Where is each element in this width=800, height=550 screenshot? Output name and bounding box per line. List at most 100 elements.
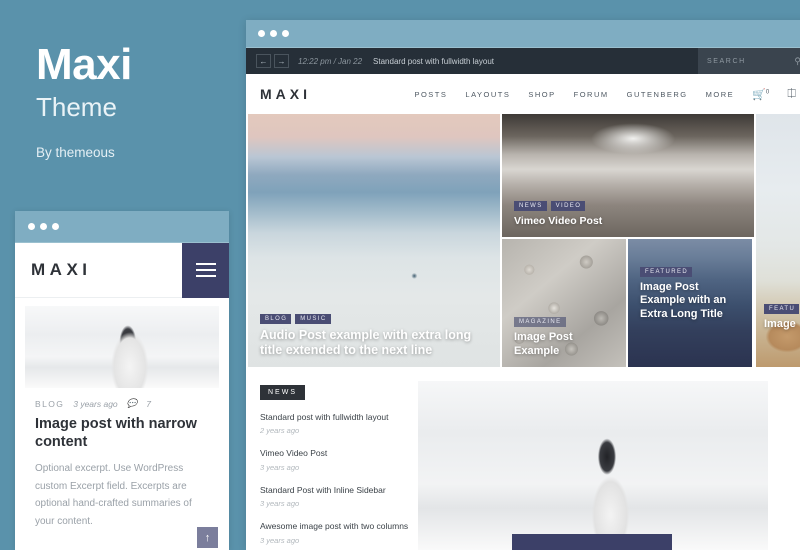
- footer-accent-bar: [512, 534, 672, 550]
- mobile-post-title[interactable]: Image post with narrow content: [35, 415, 209, 451]
- tile-title[interactable]: Audio Post example with extra long title…: [260, 328, 490, 359]
- user-icon[interactable]: ⎅: [787, 88, 796, 101]
- tile-badges: MAGAZINE: [514, 317, 616, 328]
- search-input[interactable]: SEARCH ⚲: [698, 48, 800, 74]
- badge-featured[interactable]: FEATURED: [640, 267, 693, 277]
- news-item-title[interactable]: Awesome image post with two columns: [260, 521, 410, 532]
- search-placeholder: SEARCH: [707, 57, 746, 65]
- badge-news[interactable]: NEWS: [514, 201, 547, 212]
- nav-item-layouts[interactable]: LAYOUTS: [465, 90, 510, 99]
- mobile-site-header: MAXI: [15, 242, 229, 298]
- cart-icon[interactable]: 🛒0: [752, 88, 769, 101]
- desktop-site-logo[interactable]: MAXI: [260, 86, 311, 102]
- nav-item-posts[interactable]: POSTS: [414, 90, 447, 99]
- featured-post-grid: BLOG MUSIC Audio Post example with extra…: [246, 114, 800, 367]
- comment-icon: 💬: [126, 398, 138, 408]
- grid-row-bottom: MAGAZINE Image Post Example FEATURED Ima…: [502, 239, 754, 367]
- news-item-date: 3 years ago: [260, 499, 300, 509]
- news-item-title[interactable]: Standard post with fullwidth layout: [260, 412, 410, 423]
- list-item[interactable]: Standard post with fullwidth layout 2 ye…: [260, 412, 410, 435]
- screenshot-root: Maxi Theme By themeous MAXI BLOG 3 years…: [0, 0, 800, 550]
- arrow-up-icon: ↑: [204, 531, 211, 544]
- brand-block: Maxi Theme By themeous: [36, 40, 236, 161]
- page-title: Maxi: [36, 40, 132, 89]
- lower-content-area: NEWS Standard post with fullwidth layout…: [246, 367, 800, 550]
- news-item-date: 3 years ago: [260, 535, 300, 545]
- mobile-window-titlebar: [15, 211, 229, 243]
- tile-featured-partial[interactable]: FEATU Image: [756, 114, 800, 367]
- desktop-window-titlebar: [246, 20, 800, 48]
- window-dot-close-icon[interactable]: [28, 223, 35, 230]
- comment-count: 7: [146, 398, 151, 409]
- post-category[interactable]: BLOG: [35, 399, 64, 409]
- mobile-post-card[interactable]: BLOG 3 years ago 💬 7 Image post with nar…: [15, 306, 229, 544]
- news-item-title[interactable]: Vimeo Video Post: [260, 448, 410, 459]
- search-icon[interactable]: ⚲: [794, 56, 800, 67]
- desktop-browser-mockup: ← → 12:22 pm / Jan 22 Standard post with…: [246, 20, 800, 550]
- tile-overlay: MAGAZINE Image Post Example: [514, 317, 616, 358]
- badge-magazine[interactable]: MAGAZINE: [514, 317, 566, 328]
- tile-badges: FEATU: [764, 304, 800, 314]
- tile-hero-audio-post[interactable]: BLOG MUSIC Audio Post example with extra…: [248, 114, 500, 367]
- badge-blog[interactable]: BLOG: [260, 313, 292, 324]
- badge-featured-partial[interactable]: FEATU: [764, 304, 800, 314]
- main-navigation: POSTS LAYOUTS SHOP FORUM GUTENBERG MORE …: [414, 88, 796, 101]
- list-item[interactable]: Vimeo Video Post 3 years ago: [260, 448, 410, 471]
- window-dot-close-icon[interactable]: [258, 30, 265, 37]
- topbar-timestamp: 12:22 pm / Jan 22: [298, 56, 363, 66]
- tile-title[interactable]: Image Post Example with an Extra Long Ti…: [640, 281, 742, 321]
- tile-badges: FEATURED: [640, 267, 742, 277]
- subway-platform-photo[interactable]: [418, 381, 768, 550]
- nav-item-gutenberg[interactable]: GUTENBERG: [627, 90, 688, 99]
- tile-title[interactable]: Vimeo Video Post: [514, 215, 744, 228]
- hamburger-icon[interactable]: [182, 242, 229, 298]
- mobile-post-meta: BLOG 3 years ago 💬 7: [35, 398, 209, 409]
- list-item[interactable]: Awesome image post with two columns 3 ye…: [260, 521, 410, 544]
- tile-badges: BLOG MUSIC: [260, 313, 490, 324]
- window-dot-minimize-icon[interactable]: [270, 30, 277, 37]
- news-item-title[interactable]: Standard Post with Inline Sidebar: [260, 485, 410, 496]
- tile-vimeo-video-post[interactable]: NEWS VIDEO Vimeo Video Post: [502, 114, 754, 237]
- news-item-date: 3 years ago: [260, 462, 300, 472]
- tile-title[interactable]: Image Post Example: [514, 331, 616, 358]
- tile-badges: NEWS VIDEO: [514, 201, 744, 212]
- topbar-current-post[interactable]: Standard post with fullwidth layout: [373, 57, 494, 66]
- brand-author: By themeous: [36, 145, 115, 161]
- nav-item-shop[interactable]: SHOP: [528, 90, 555, 99]
- cart-count: 0: [765, 88, 770, 95]
- prev-post-icon[interactable]: ←: [256, 54, 271, 68]
- news-widget-badge: NEWS: [260, 385, 305, 400]
- hamburger-bar: [195, 269, 216, 271]
- mobile-post-excerpt: Optional excerpt. Use WordPress custom E…: [35, 463, 192, 527]
- window-dot-minimize-icon[interactable]: [40, 223, 47, 230]
- desktop-top-bar: ← → 12:22 pm / Jan 22 Standard post with…: [246, 48, 800, 74]
- mobile-site-logo[interactable]: MAXI: [15, 260, 92, 280]
- tile-overlay: BLOG MUSIC Audio Post example with extra…: [260, 313, 490, 359]
- badge-music[interactable]: MUSIC: [295, 313, 331, 324]
- badge-video[interactable]: VIDEO: [550, 201, 586, 212]
- next-post-icon[interactable]: →: [274, 54, 289, 68]
- news-widget: NEWS Standard post with fullwidth layout…: [248, 381, 410, 550]
- tile-image-post-example[interactable]: MAGAZINE Image Post Example: [502, 239, 626, 367]
- mobile-post-thumbnail: [25, 306, 219, 388]
- window-dot-maximize-icon[interactable]: [52, 223, 59, 230]
- desktop-site-header: MAXI POSTS LAYOUTS SHOP FORUM GUTENBERG …: [246, 74, 800, 114]
- hamburger-bar: [195, 275, 216, 277]
- window-dot-maximize-icon[interactable]: [282, 30, 289, 37]
- tile-overlay: NEWS VIDEO Vimeo Video Post: [514, 201, 744, 228]
- scroll-to-top-button[interactable]: ↑: [197, 527, 218, 548]
- mobile-browser-mockup: MAXI BLOG 3 years ago 💬 7 Image post wit…: [15, 211, 229, 550]
- news-widget-list: Standard post with fullwidth layout 2 ye…: [260, 412, 410, 545]
- tile-image-post-long-title[interactable]: FEATURED Image Post Example with an Extr…: [628, 239, 752, 367]
- nav-item-forum[interactable]: FORUM: [574, 90, 609, 99]
- nav-item-more[interactable]: MORE: [706, 90, 735, 99]
- post-date: 3 years ago: [73, 398, 118, 409]
- news-item-date: 2 years ago: [260, 426, 300, 436]
- tile-overlay: FEATURED Image Post Example with an Extr…: [640, 267, 742, 321]
- tile-title[interactable]: Image: [764, 318, 800, 331]
- post-navigation: ← →: [246, 54, 289, 68]
- grid-column-middle: NEWS VIDEO Vimeo Video Post MAGAZINE Ima…: [502, 114, 754, 367]
- mobile-post-body: BLOG 3 years ago 💬 7 Image post with nar…: [25, 388, 219, 544]
- hamburger-bar: [195, 263, 216, 265]
- list-item[interactable]: Standard Post with Inline Sidebar 3 year…: [260, 485, 410, 508]
